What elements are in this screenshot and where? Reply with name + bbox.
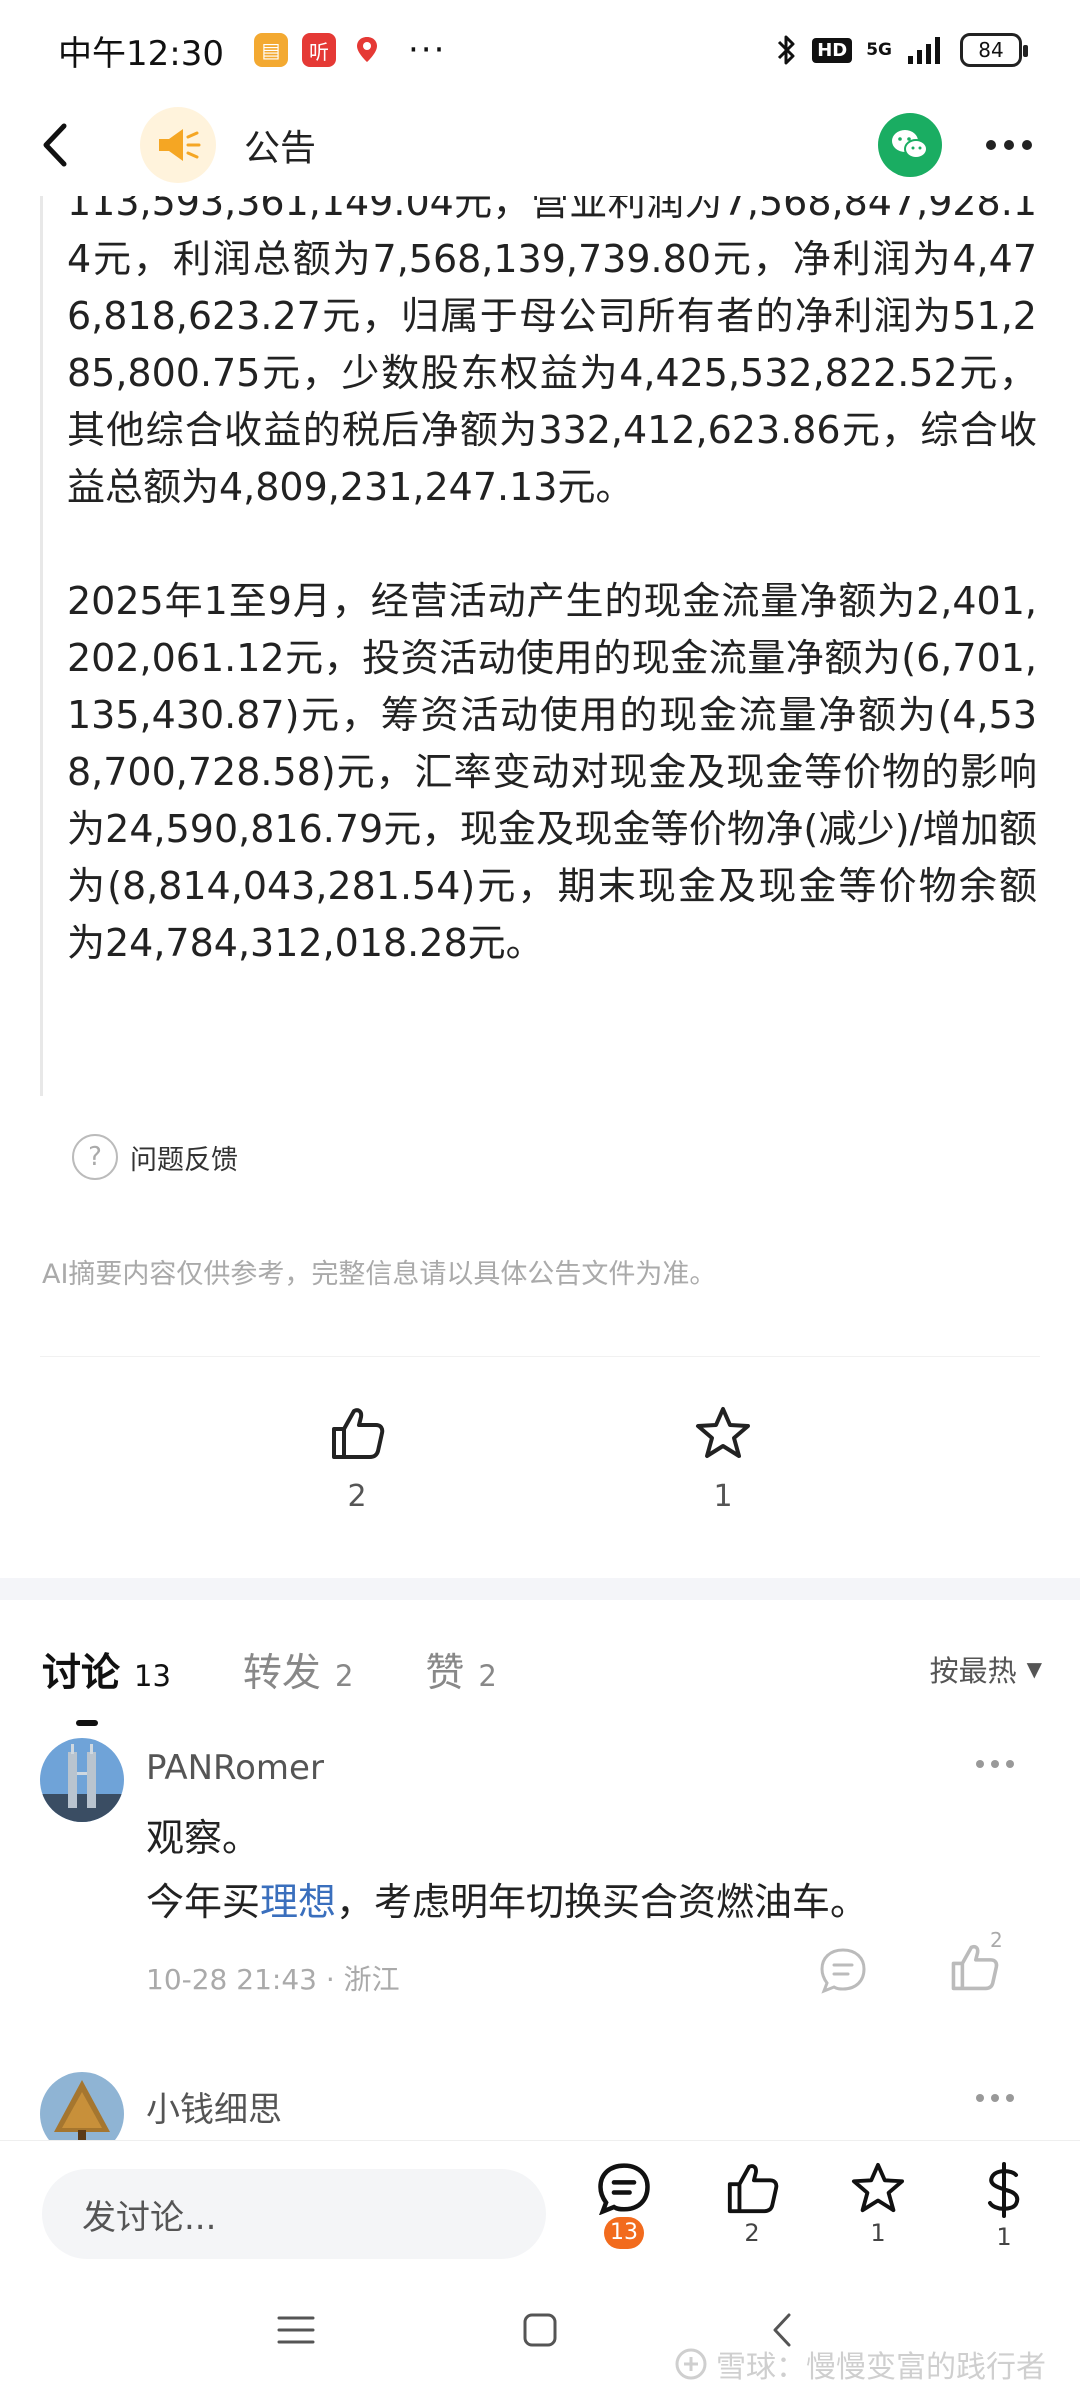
comment-icon bbox=[598, 2163, 650, 2215]
article-like-button[interactable]: 2 bbox=[297, 1405, 417, 1514]
avatar[interactable] bbox=[40, 1738, 124, 1822]
back-arrow-icon bbox=[43, 123, 67, 167]
favorite-count: 1 bbox=[870, 2219, 886, 2247]
battery-level: 84 bbox=[978, 38, 1004, 62]
watermark-text: 雪球：慢慢变富的践行者 bbox=[716, 2350, 1046, 2385]
comment-text: 观察。 bbox=[146, 1816, 261, 1860]
thumbs-up-icon bbox=[727, 2164, 779, 2214]
status-time: 中午12:30 bbox=[58, 33, 224, 74]
tab-count: 13 bbox=[134, 1659, 171, 1693]
star-icon bbox=[696, 1407, 750, 1458]
tab-reposts[interactable]: 转发 2 bbox=[243, 1642, 353, 1698]
signal-icon bbox=[908, 37, 940, 64]
article-text: 113,593,361,149.04元，营业利润为7,568,847,928.1… bbox=[67, 196, 1037, 972]
discuss-count-badge: 13 bbox=[604, 2217, 644, 2249]
divider bbox=[40, 1356, 1040, 1357]
dollar-icon bbox=[988, 2162, 1020, 2218]
hd-voice-icon: HD bbox=[812, 37, 853, 63]
ai-disclaimer: AI摘要内容仅供参考，完整信息请以具体公告文件为准。 bbox=[42, 1259, 717, 1290]
comment-like-count: 2 bbox=[990, 1928, 1003, 1952]
sort-label: 按最热 bbox=[929, 1654, 1017, 1688]
recent-apps-button[interactable] bbox=[276, 2312, 316, 2352]
ai-summary-article: 113,593,361,149.04元，营业利润为7,568,847,928.1… bbox=[40, 196, 1040, 1096]
back-button[interactable] bbox=[40, 120, 90, 170]
comment-body: 观察。 今年买理想，考虑明年切换买合资燃油车。 bbox=[146, 1806, 868, 1934]
comment-username[interactable]: 小钱细思 bbox=[146, 2082, 282, 2131]
reply-icon bbox=[820, 1948, 866, 1994]
notification-folder-icon: ▤ bbox=[253, 33, 288, 67]
megaphone-icon bbox=[159, 129, 201, 161]
section-divider bbox=[0, 1578, 1080, 1600]
network-type: 5G bbox=[866, 39, 892, 60]
article-favorite-count: 1 bbox=[713, 1479, 733, 1514]
comment-text-part: ，考虑明年切换买合资燃油车。 bbox=[336, 1880, 869, 1924]
comment-time: 10-28 21:43 bbox=[146, 1963, 317, 1996]
comment-username[interactable]: PANRomer bbox=[146, 1748, 324, 1788]
more-notifications-icon: ··· bbox=[407, 30, 447, 70]
watermark: 雪球：慢慢变富的践行者 bbox=[674, 2342, 1046, 2386]
tab-discussion[interactable]: 讨论 13 bbox=[42, 1642, 171, 1726]
caret-down-icon: ▼ bbox=[1026, 1657, 1042, 1681]
announcement-logo bbox=[140, 107, 216, 183]
sort-dropdown[interactable]: 按最热 ▼ bbox=[930, 1648, 1042, 1690]
article-paragraph: 2025年1至9月，经营活动产生的现金流量净额为2,401,202,061.12… bbox=[67, 579, 1037, 965]
article-paragraph: 113,593,361,149.04元，营业利润为7,568,847,928.1… bbox=[67, 196, 1037, 509]
notification-listen-app-icon: 听 bbox=[301, 33, 336, 67]
thumbs-up-icon bbox=[332, 1408, 385, 1459]
discussion-tabs: 讨论 13 转发 2 赞 2 按最热 ▼ bbox=[42, 1628, 1042, 1726]
battery-icon: 84 bbox=[960, 33, 1028, 67]
app-header: 公告 bbox=[0, 100, 1080, 190]
tab-likes[interactable]: 赞 2 bbox=[425, 1642, 496, 1698]
favorite-button[interactable]: 1 bbox=[828, 2161, 928, 2247]
comment-more-button[interactable] bbox=[976, 1760, 1014, 1768]
reward-count: 1 bbox=[996, 2223, 1012, 2251]
reward-button[interactable]: 1 bbox=[954, 2161, 1054, 2251]
tab-count: 2 bbox=[334, 1659, 354, 1693]
article-favorite-button[interactable]: 1 bbox=[663, 1405, 783, 1514]
active-tab-indicator bbox=[76, 1720, 98, 1726]
discuss-button[interactable]: 13 bbox=[574, 2161, 674, 2249]
tab-count: 2 bbox=[478, 1659, 497, 1693]
tab-label: 转发 bbox=[242, 1651, 321, 1696]
star-icon bbox=[851, 2162, 905, 2213]
comment-text-part: 今年买 bbox=[146, 1880, 261, 1924]
bluetooth-icon bbox=[778, 35, 795, 65]
status-bar: 中午12:30 ▤ 听 ··· HD 5G 84 bbox=[0, 0, 1080, 100]
menu-icon bbox=[277, 2316, 315, 2344]
comment-meta: 10-28 21:43 · 浙江 bbox=[146, 1963, 400, 1996]
like-count: 2 bbox=[744, 2219, 760, 2247]
notification-map-pin-icon bbox=[349, 33, 384, 67]
feedback-button[interactable]: ? 问题反馈 bbox=[72, 1134, 238, 1180]
home-square-icon bbox=[523, 2313, 557, 2347]
tab-label: 讨论 bbox=[42, 1651, 121, 1696]
more-options-button[interactable] bbox=[986, 140, 1040, 150]
like-button[interactable]: 2 bbox=[702, 2161, 802, 2247]
comment-text: 今年买理想，考虑明年切换买合资燃油车。 bbox=[146, 1870, 868, 1934]
feedback-label: 问题反馈 bbox=[130, 1144, 238, 1176]
wechat-icon bbox=[892, 130, 928, 159]
comment-item: 小钱细思 bbox=[40, 2072, 1040, 2140]
comment-location: 浙江 bbox=[343, 1963, 400, 1996]
comment-reply-button[interactable] bbox=[818, 1946, 868, 1998]
page-title: 公告 bbox=[244, 128, 317, 169]
tab-label: 赞 bbox=[425, 1651, 465, 1696]
stock-link[interactable]: 理想 bbox=[260, 1880, 336, 1924]
snowball-logo-icon bbox=[675, 2348, 707, 2380]
article-like-count: 2 bbox=[347, 1479, 367, 1514]
comment-more-button[interactable] bbox=[976, 2094, 1014, 2102]
question-icon: ? bbox=[72, 1134, 118, 1180]
discussion-input[interactable]: 发讨论... bbox=[42, 2169, 546, 2259]
home-button[interactable] bbox=[522, 2312, 558, 2352]
wechat-share-button[interactable] bbox=[878, 113, 942, 177]
system-nav-bar: 雪球：慢慢变富的践行者 bbox=[0, 2282, 1080, 2400]
avatar[interactable] bbox=[40, 2072, 124, 2140]
bottom-action-bar: 发讨论... 13 2 1 1 bbox=[0, 2140, 1080, 2280]
